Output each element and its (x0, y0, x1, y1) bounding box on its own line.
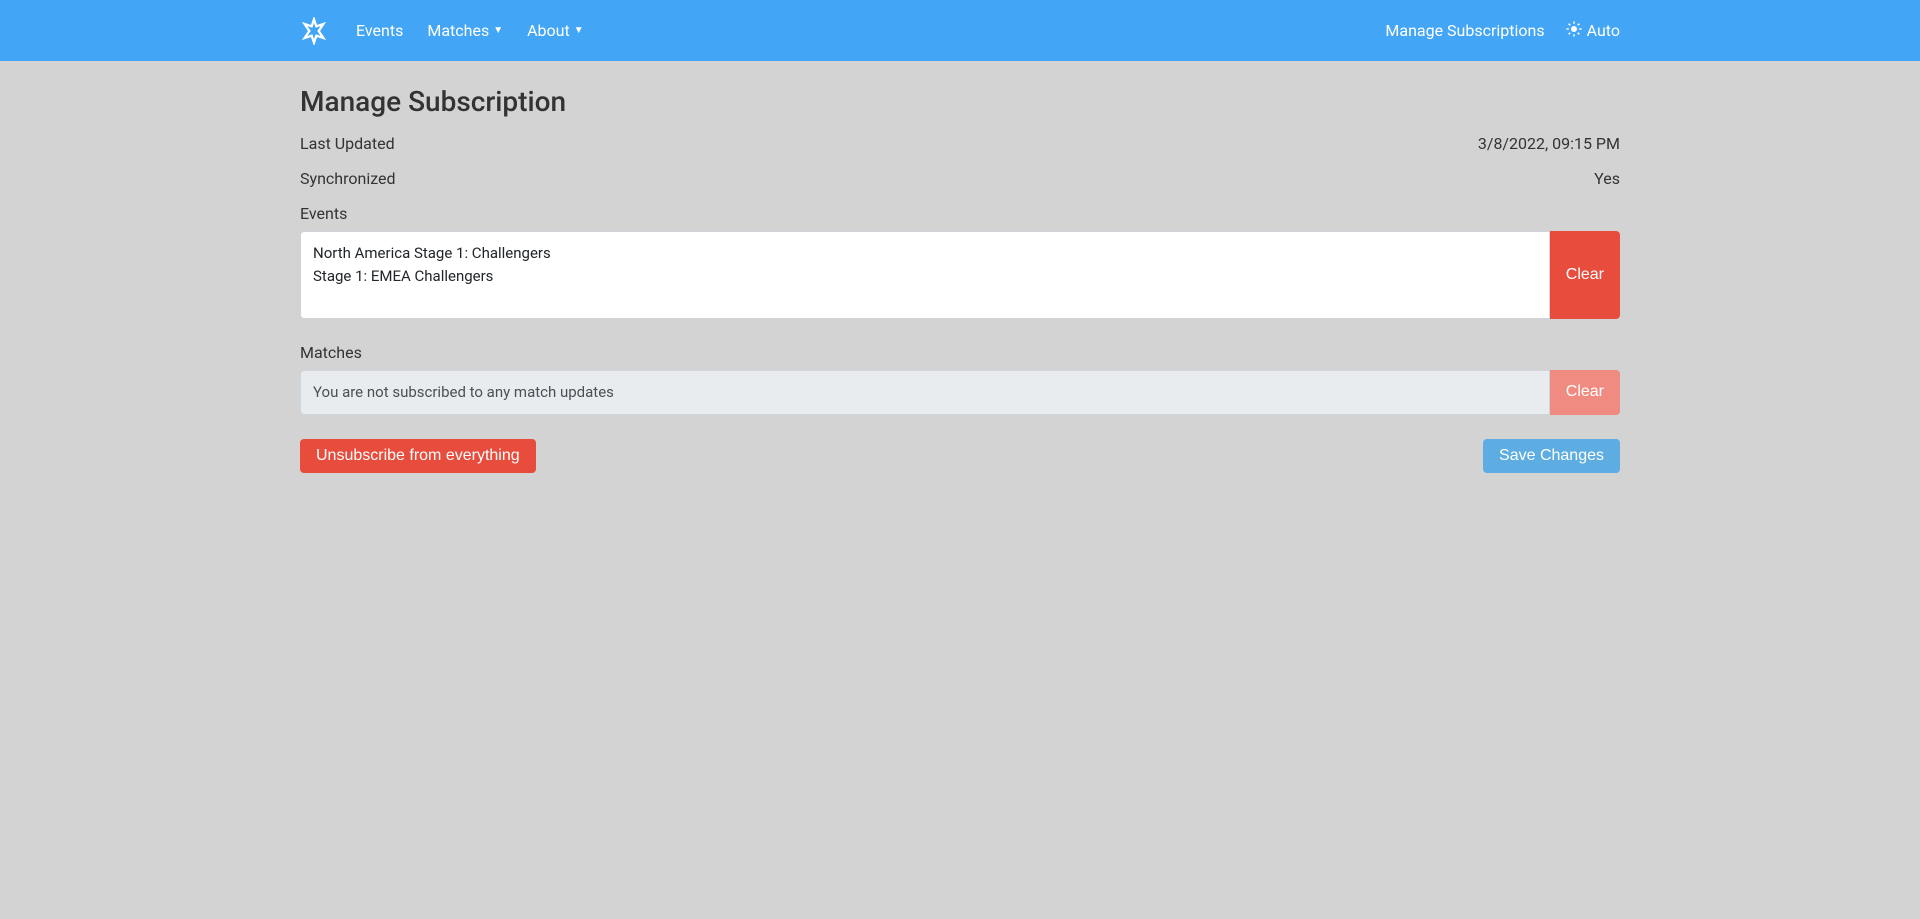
save-label: Save Changes (1499, 447, 1604, 464)
logo-icon[interactable] (300, 17, 328, 45)
matches-clear-button: Clear (1550, 370, 1620, 415)
theme-toggle[interactable]: Auto (1565, 20, 1620, 42)
unsubscribe-button[interactable]: Unsubscribe from everything (300, 439, 536, 473)
events-list-row: North America Stage 1: Challengers Stage… (300, 231, 1620, 319)
synchronized-value: Yes (1594, 169, 1620, 188)
nav-matches-label: Matches (427, 21, 489, 40)
chevron-down-icon: ▼ (574, 25, 584, 36)
matches-section: Matches You are not subscribed to any ma… (300, 343, 1620, 415)
events-section: Events North America Stage 1: Challenger… (300, 204, 1620, 319)
theme-label: Auto (1587, 21, 1620, 40)
navbar-left: Events Matches ▼ About ▼ (300, 13, 592, 48)
nav-about[interactable]: About ▼ (519, 13, 592, 48)
navbar-right: Manage Subscriptions (1377, 13, 1620, 48)
nav-events[interactable]: Events (348, 13, 411, 48)
events-list-item[interactable]: North America Stage 1: Challengers (313, 242, 1537, 265)
synchronized-label: Synchronized (300, 169, 396, 188)
main-container: Manage Subscription Last Updated 3/8/202… (300, 61, 1620, 473)
events-list-box[interactable]: North America Stage 1: Challengers Stage… (300, 231, 1550, 319)
events-section-label: Events (300, 204, 1620, 223)
last-updated-value: 3/8/2022, 09:15 PM (1478, 134, 1620, 153)
matches-section-label: Matches (300, 343, 1620, 362)
matches-list-row: You are not subscribed to any match upda… (300, 370, 1620, 415)
page-title: Manage Subscription (300, 85, 1620, 118)
nav-matches[interactable]: Matches ▼ (419, 13, 511, 48)
events-clear-label: Clear (1566, 266, 1604, 284)
nav-events-label: Events (356, 21, 403, 40)
events-clear-button[interactable]: Clear (1550, 231, 1620, 319)
unsubscribe-label: Unsubscribe from everything (316, 447, 520, 464)
matches-empty-text: You are not subscribed to any match upda… (313, 383, 614, 401)
nav-about-label: About (527, 21, 570, 40)
nav-manage-subscriptions-label: Manage Subscriptions (1385, 21, 1544, 40)
last-updated-label: Last Updated (300, 134, 395, 153)
navbar: Events Matches ▼ About ▼ Manage Subscrip… (0, 0, 1920, 61)
action-row: Unsubscribe from everything Save Changes (300, 439, 1620, 473)
save-button[interactable]: Save Changes (1483, 439, 1620, 473)
matches-clear-label: Clear (1566, 383, 1604, 401)
navbar-inner: Events Matches ▼ About ▼ Manage Subscrip… (300, 13, 1620, 48)
synchronized-row: Synchronized Yes (300, 169, 1620, 188)
chevron-down-icon: ▼ (493, 25, 503, 36)
nav-manage-subscriptions[interactable]: Manage Subscriptions (1377, 13, 1552, 48)
events-list-item[interactable]: Stage 1: EMEA Challengers (313, 265, 1537, 288)
sun-icon (1565, 20, 1583, 42)
last-updated-row: Last Updated 3/8/2022, 09:15 PM (300, 134, 1620, 153)
matches-list-box: You are not subscribed to any match upda… (300, 370, 1550, 415)
